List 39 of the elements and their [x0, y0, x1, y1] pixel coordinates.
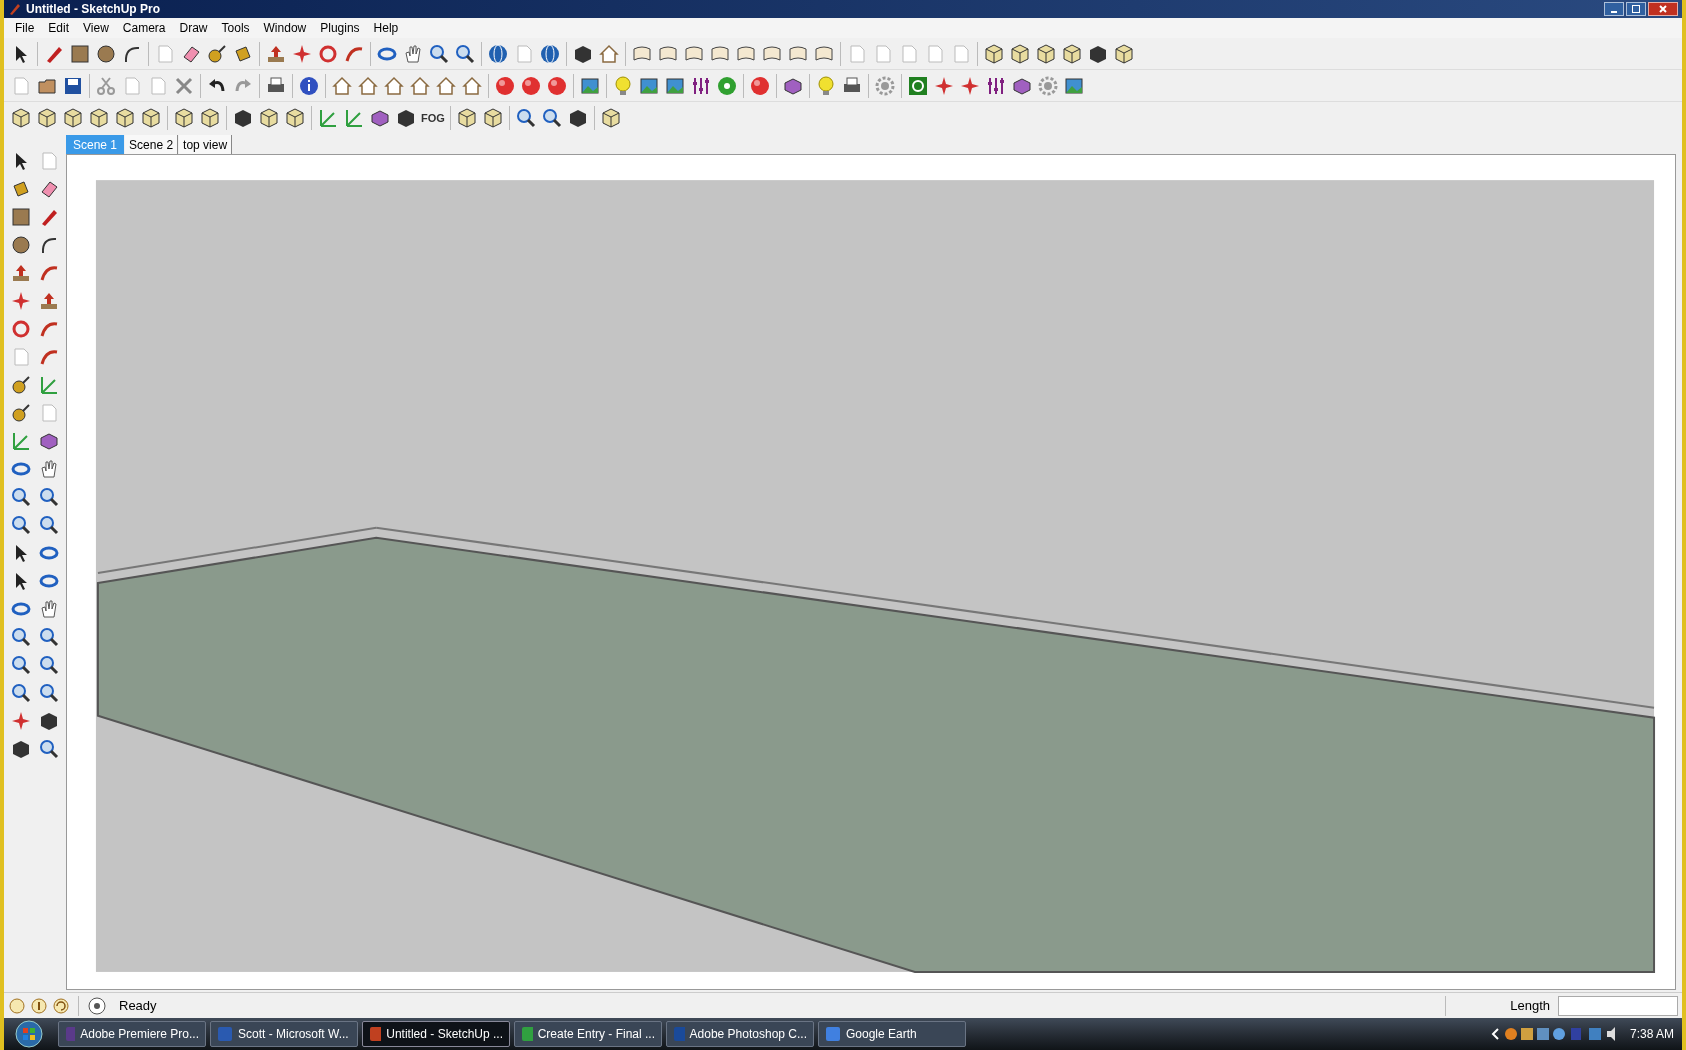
menu-item[interactable]: Tools [214, 19, 257, 37]
info-icon[interactable] [30, 996, 48, 1015]
menu-item[interactable]: Help [366, 19, 406, 37]
app-icon [8, 2, 22, 16]
menu-item[interactable]: Camera [115, 19, 173, 37]
app-icon [65, 1026, 76, 1042]
minimize-button[interactable] [1604, 2, 1624, 16]
app-icon [521, 1026, 533, 1042]
maximize-button[interactable] [1626, 2, 1646, 16]
menu-item[interactable]: View [76, 19, 116, 37]
taskbar-button[interactable]: Google Earth [818, 1021, 966, 1047]
app-icon [825, 1026, 841, 1042]
measurement-label: Length [1510, 996, 1550, 1015]
app-icon [673, 1026, 685, 1042]
menu-item[interactable]: Draw [172, 19, 215, 37]
menu-item[interactable]: Plugins [313, 19, 367, 37]
scene-tab[interactable]: top view [179, 135, 233, 154]
clock: 7:38 AM [1629, 1026, 1674, 1043]
app-icon [217, 1026, 233, 1042]
help-circle-icon[interactable] [87, 995, 107, 1016]
taskbar-button[interactable]: Adobe Photoshop C... [666, 1021, 814, 1047]
taskbar-button[interactable]: Scott - Microsoft W... [210, 1021, 358, 1047]
menu-item[interactable]: Window [256, 19, 314, 37]
menu-item[interactable]: File [8, 19, 42, 37]
close-icon [1659, 5, 1667, 13]
close-button[interactable] [1648, 2, 1678, 16]
menu-item[interactable]: Edit [41, 19, 77, 37]
window-title: Untitled - SketchUp Pro [26, 1, 160, 18]
chevron-icon[interactable] [1489, 1027, 1500, 1041]
taskbar-button[interactable]: Adobe Premiere Pro... [58, 1021, 206, 1047]
taskbar-button[interactable]: Create Entry - Final ... [514, 1021, 662, 1047]
refresh-icon[interactable] [52, 996, 70, 1015]
status-text: Ready [119, 996, 157, 1015]
scene-tab[interactable]: Scene 2 [125, 135, 179, 154]
measurement-field[interactable] [1558, 995, 1678, 1016]
taskbar-button[interactable]: Untitled - SketchUp ... [362, 1021, 510, 1047]
fog-button[interactable]: FOG [419, 105, 447, 131]
maximize-icon [1632, 5, 1640, 13]
app-icon [369, 1026, 382, 1042]
